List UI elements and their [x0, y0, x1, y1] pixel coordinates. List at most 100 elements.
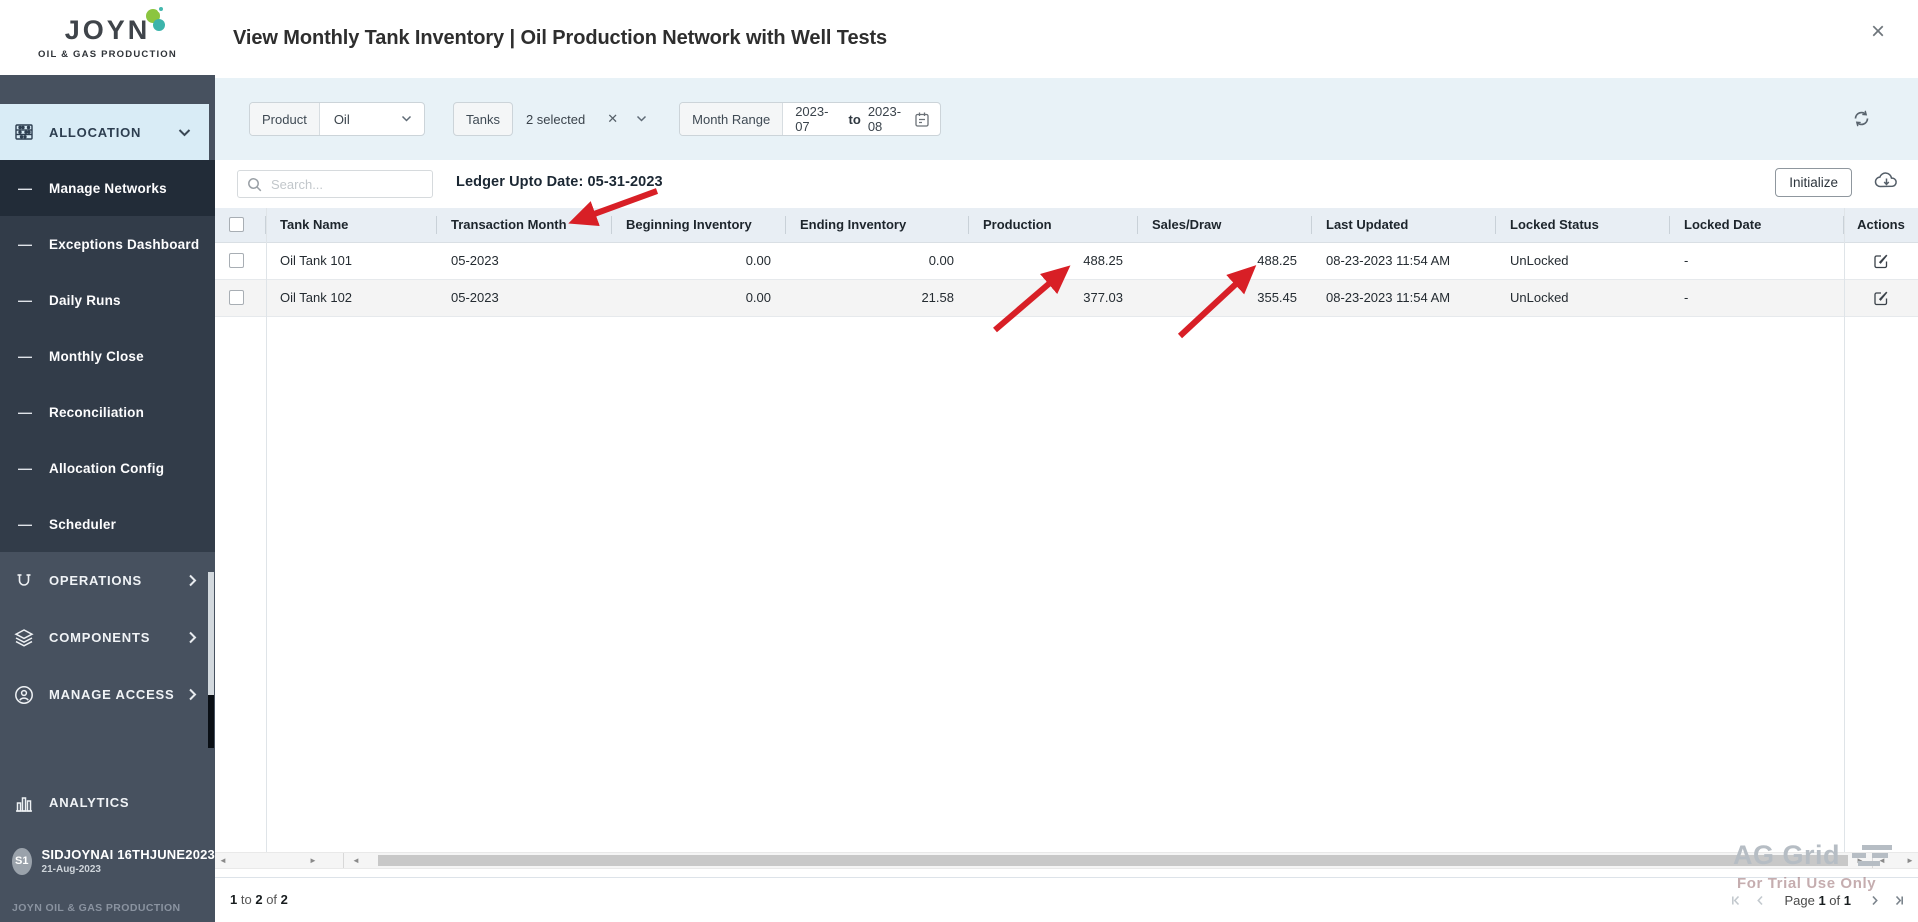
product-filter-value: Oil: [333, 111, 350, 127]
scroll-right-icon[interactable]: ►: [1902, 853, 1918, 868]
sidebar-section-operations[interactable]: OPERATIONS: [0, 552, 215, 609]
sidebar-item-monthly-close[interactable]: — Monthly Close: [0, 328, 215, 384]
sidebar-section-components[interactable]: COMPONENTS: [0, 609, 215, 666]
first-page-icon[interactable]: [1731, 895, 1742, 906]
column-header-transaction-month[interactable]: Transaction Month: [437, 208, 612, 243]
edit-icon[interactable]: [1873, 290, 1889, 306]
sidebar-section-allocation[interactable]: ALLOCATION: [0, 104, 209, 160]
column-header-last-updated[interactable]: Last Updated: [1312, 208, 1496, 243]
sidebar-item-reconciliation[interactable]: — Reconciliation: [0, 384, 215, 440]
table-row[interactable]: Oil Tank 102 05-2023 0.00 21.58 377.03 3…: [215, 279, 1918, 317]
refresh-icon[interactable]: [1851, 108, 1872, 129]
cell-ending-inventory: 0.00: [786, 242, 969, 280]
user-circle-icon: [13, 684, 35, 706]
cell-transaction-month: 05-2023: [437, 279, 612, 317]
next-page-icon[interactable]: [1871, 895, 1879, 906]
previous-page-icon[interactable]: [1756, 895, 1764, 906]
app-root: JOYN OIL & GAS PRODUCTION ALLOCATION — M…: [0, 0, 1918, 922]
total-pages: 1: [1843, 892, 1851, 908]
ledger-upto-date-label: Ledger Upto Date: 05-31-2023: [456, 174, 663, 190]
cell-locked-status: UnLocked: [1496, 279, 1670, 317]
horizontal-scrollbar[interactable]: ◄ ► ◄ ► ◄ ►: [215, 852, 1918, 869]
column-header-tank-name[interactable]: Tank Name: [266, 208, 437, 243]
scrollbar-divider: [1872, 853, 1873, 868]
sidebar-item-allocation-config[interactable]: — Allocation Config: [0, 440, 215, 496]
pagination: Page 1 of 1: [1731, 878, 1908, 922]
sidebar-section-analytics[interactable]: ANALYTICS: [0, 775, 215, 830]
sidebar-item-label: Reconciliation: [49, 404, 145, 420]
brand-logo-icon: [146, 5, 172, 37]
month-range-from[interactable]: 2023-07: [795, 104, 841, 134]
cloud-download-icon[interactable]: [1873, 169, 1900, 191]
sidebar-item-daily-runs[interactable]: — Daily Runs: [0, 272, 215, 328]
month-range-filter[interactable]: Month Range 2023-07 to 2023-08: [679, 102, 942, 136]
cell-last-updated: 08-23-2023 11:54 AM: [1312, 279, 1496, 317]
column-header-locked-status[interactable]: Locked Status: [1496, 208, 1670, 243]
month-range-to-word: to: [848, 111, 861, 127]
row-checkbox[interactable]: [229, 290, 244, 305]
cell-locked-date: -: [1670, 279, 1844, 317]
grid-toolbar: Ledger Upto Date: 05-31-2023 Initialize: [215, 160, 1918, 208]
page-word: Page: [1784, 892, 1815, 908]
column-header-beginning-inventory[interactable]: Beginning Inventory: [612, 208, 786, 243]
layers-icon: [13, 627, 35, 649]
chevron-right-icon: [188, 574, 197, 587]
cell-production: 488.25: [969, 242, 1138, 280]
tanks-filter-label: Tanks: [453, 102, 513, 136]
close-icon[interactable]: ×: [1871, 20, 1885, 44]
sidebar-scrollbar-thumb[interactable]: [208, 695, 214, 748]
column-header-production[interactable]: Production: [969, 208, 1138, 243]
user-profile[interactable]: S1 SIDJOYNAI 16THJUNE2023 21-Aug-2023: [0, 838, 215, 884]
sidebar-item-scheduler[interactable]: — Scheduler: [0, 496, 215, 552]
sidebar-section-label: OPERATIONS: [49, 573, 142, 588]
rows-to: 2: [255, 892, 263, 907]
sidebar-item-manage-networks[interactable]: — Manage Networks: [0, 160, 215, 216]
dash-icon: —: [18, 292, 32, 308]
cell-last-updated: 08-23-2023 11:54 AM: [1312, 242, 1496, 280]
column-header-sales-draw[interactable]: Sales/Draw: [1138, 208, 1312, 243]
user-date: 21-Aug-2023: [41, 864, 101, 875]
dash-icon: —: [18, 460, 32, 476]
avatar: S1: [12, 847, 32, 875]
cell-locked-status: UnLocked: [1496, 242, 1670, 280]
row-checkbox[interactable]: [229, 253, 244, 268]
sidebar-submenu: — Manage Networks — Exceptions Dashboard…: [0, 160, 215, 552]
last-page-icon[interactable]: [1893, 895, 1904, 906]
sidebar-item-label: Daily Runs: [49, 292, 121, 308]
product-filter[interactable]: Product Oil: [249, 102, 425, 136]
cell-sales-draw: 488.25: [1138, 242, 1312, 280]
chevron-down-icon[interactable]: [636, 115, 647, 123]
sidebar-section-manage-access[interactable]: MANAGE ACCESS: [0, 666, 215, 723]
brand-logo[interactable]: JOYN OIL & GAS PRODUCTION: [0, 0, 215, 75]
status-bar: 1 to 2 of 2 Page 1 of 1: [215, 877, 1918, 922]
dash-icon: —: [18, 236, 32, 252]
cell-locked-date: -: [1670, 242, 1844, 280]
scroll-right-icon[interactable]: ►: [1852, 853, 1868, 868]
clear-icon[interactable]: ✕: [607, 111, 618, 127]
table-row[interactable]: Oil Tank 101 05-2023 0.00 0.00 488.25 48…: [215, 242, 1918, 280]
tanks-filter-value[interactable]: 2 selected: [526, 112, 585, 127]
user-name: SIDJOYNAI 16THJUNE2023: [41, 847, 215, 862]
column-header-ending-inventory[interactable]: Ending Inventory: [786, 208, 969, 243]
scroll-left-icon[interactable]: ◄: [1874, 853, 1890, 868]
cell-transaction-month: 05-2023: [437, 242, 612, 280]
scroll-right-icon[interactable]: ►: [305, 853, 321, 868]
column-header-locked-date[interactable]: Locked Date: [1670, 208, 1844, 243]
search-box[interactable]: [237, 170, 433, 198]
edit-icon[interactable]: [1873, 253, 1889, 269]
search-input[interactable]: [271, 176, 432, 192]
scroll-left-icon[interactable]: ◄: [215, 853, 231, 868]
sidebar-item-label: Scheduler: [49, 516, 117, 532]
sidebar-sections: OPERATIONS COMPONENTS MANAGE ACCESS: [0, 552, 215, 723]
initialize-button[interactable]: Initialize: [1775, 168, 1852, 197]
cell-sales-draw: 355.45: [1138, 279, 1312, 317]
brand-subtitle: OIL & GAS PRODUCTION: [38, 49, 177, 60]
cell-tank-name: Oil Tank 101: [266, 242, 437, 280]
sidebar-section-allocation-label: ALLOCATION: [49, 124, 142, 140]
sidebar-item-exceptions-dashboard[interactable]: — Exceptions Dashboard: [0, 216, 215, 272]
calendar-icon[interactable]: [914, 111, 930, 128]
scroll-left-icon[interactable]: ◄: [348, 853, 364, 868]
scrollbar-thumb[interactable]: [378, 855, 1848, 866]
month-range-to[interactable]: 2023-08: [868, 104, 914, 134]
select-all-checkbox[interactable]: [229, 217, 244, 233]
